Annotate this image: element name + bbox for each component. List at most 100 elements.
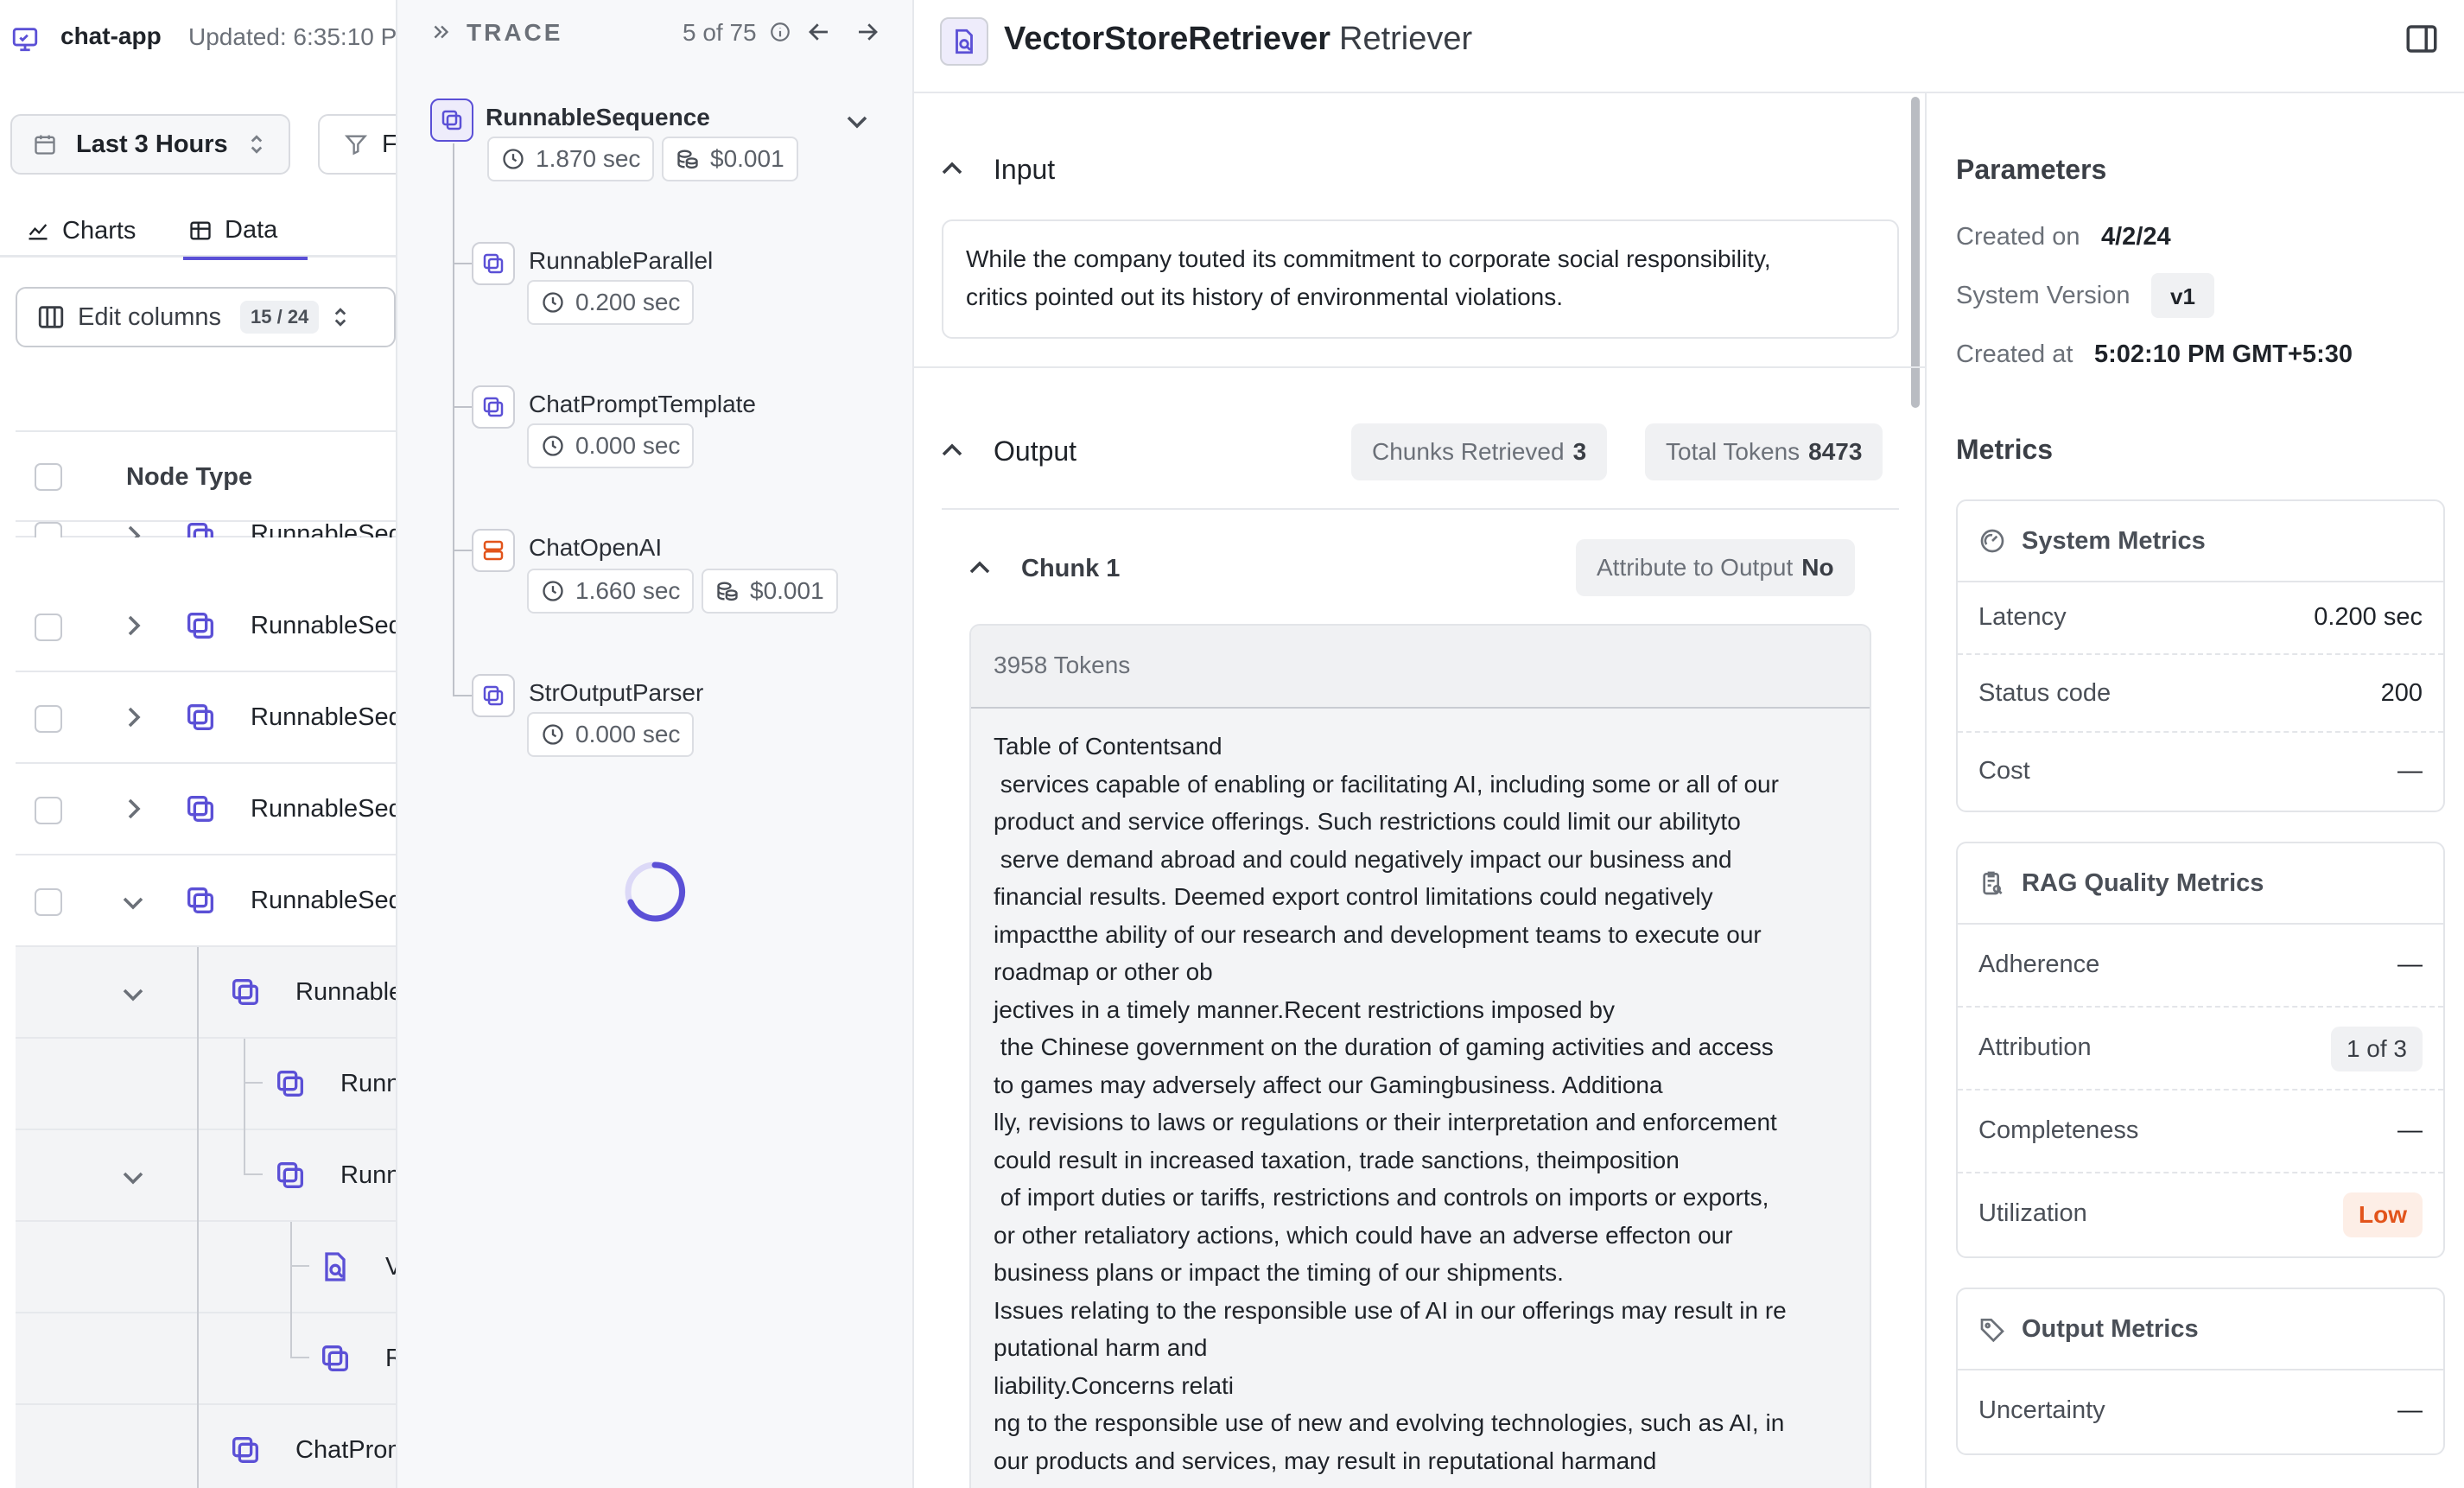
row-node-type: ChatPromptTemplate [295, 1436, 396, 1464]
output-metrics-header[interactable]: Output Metrics [1958, 1289, 2443, 1370]
runnable-parallel-icon [228, 975, 263, 1009]
trace-tree-connector [453, 406, 472, 408]
edit-columns-button[interactable]: Edit columns 15 / 24 [16, 287, 396, 347]
time-range-label: Last 3 Hours [76, 130, 228, 158]
latency-chip: 0.000 sec [527, 712, 695, 757]
chevron-down-icon[interactable] [845, 112, 869, 130]
table-row[interactable]: RunnableSequence [16, 489, 396, 537]
time-range-select[interactable]: Last 3 Hours [10, 114, 290, 175]
chunk-line: product and service offerings. Such rest… [994, 808, 1741, 835]
tab-data[interactable]: Data [183, 204, 308, 260]
column-node-type[interactable]: Node Type [126, 463, 252, 492]
trace-node-name[interactable]: ChatPromptTemplate [529, 391, 756, 418]
chevron-up-icon[interactable] [968, 558, 992, 575]
row-checkbox[interactable] [35, 614, 62, 641]
chevron-right-icon[interactable] [124, 797, 142, 821]
row-checkbox[interactable] [35, 797, 62, 824]
rag-quality-metrics-header[interactable]: RAG Quality Metrics [1958, 843, 2443, 925]
table-row[interactable]: RunnableLambda [16, 1039, 396, 1130]
metric-value-badge: Low [2343, 1192, 2423, 1237]
created-at-label: Created at [1956, 340, 2073, 368]
columns-icon [36, 302, 66, 332]
table-row[interactable]: RunnableSequence [16, 672, 396, 764]
app-name[interactable]: chat-app [60, 22, 162, 50]
chevron-right-icon[interactable] [124, 524, 142, 537]
table-row[interactable]: RunnableSequence [16, 855, 396, 947]
trace-node-name[interactable]: RunnableParallel [529, 247, 713, 275]
clock-icon [541, 579, 565, 603]
chunks-retrieved-label: Chunks Retrieved [1372, 438, 1565, 465]
row-checkbox[interactable] [35, 705, 62, 733]
trace-node-name[interactable]: ChatOpenAI [529, 534, 662, 562]
chunk-line: putational harm and [994, 1334, 1208, 1361]
output-section-title[interactable]: Output [994, 436, 1076, 467]
scrollbar[interactable] [1911, 97, 1920, 408]
latency-value: 0.200 sec [575, 289, 681, 315]
runnable-parallel-icon[interactable] [472, 242, 515, 285]
collapse-panel-icon[interactable] [430, 21, 453, 43]
select-all-checkbox[interactable] [35, 463, 62, 491]
chevron-up-icon[interactable] [940, 441, 964, 458]
table-row[interactable]: RunnableSequence [16, 1130, 396, 1222]
runnable-sequence-icon [183, 792, 218, 826]
trace-node-name[interactable]: RunnableSequence [486, 104, 710, 131]
tab-charts[interactable]: Charts [26, 204, 136, 258]
filters-button[interactable]: Filters [318, 114, 396, 175]
retriever-icon [940, 17, 988, 66]
coins-icon [715, 579, 740, 603]
coins-icon [676, 147, 700, 171]
table-row[interactable]: RunnableSequence [16, 581, 396, 672]
previous-trace-button[interactable] [805, 19, 833, 45]
chevron-down-icon[interactable] [121, 1168, 145, 1186]
metric-label: Cost [1978, 757, 2030, 785]
trace-node-name[interactable]: StrOutputParser [529, 679, 703, 707]
cost-chip: $0.001 [662, 137, 798, 181]
chunk-title[interactable]: Chunk 1 [1021, 555, 1120, 583]
column-divider [1925, 93, 1927, 1488]
table-row[interactable]: VectorStoreRetriever [16, 1222, 396, 1313]
chunk-line: lly, revisions to laws or regulations or… [994, 1109, 1777, 1135]
toggle-sidebar-icon[interactable] [2404, 21, 2440, 57]
chevron-up-icon[interactable] [940, 159, 964, 176]
chevron-right-icon[interactable] [124, 705, 142, 729]
latency-value: 1.870 sec [536, 145, 641, 172]
filters-label: Filters [382, 130, 396, 158]
next-trace-button[interactable] [854, 19, 881, 45]
metric-value: — [2397, 1116, 2423, 1144]
row-checkbox[interactable] [35, 522, 62, 537]
chunk-token-count: 3958 Tokens [994, 652, 1131, 678]
metric-row: Completeness — [1958, 1091, 2443, 1173]
row-checkbox[interactable] [35, 888, 62, 916]
chevron-down-icon[interactable] [121, 985, 145, 1002]
chunk-line: to games may adversely affect our Gaming… [994, 1071, 1663, 1098]
row-node-type: RunnableSequence [251, 703, 396, 731]
output-parser-icon[interactable] [472, 674, 515, 717]
chunk-line: financial results. Deemed export control… [994, 883, 1713, 910]
input-section-title[interactable]: Input [994, 154, 1055, 186]
attribute-to-output-badge: Attribute to Output No [1576, 539, 1855, 596]
trace-tree-connector [453, 695, 472, 696]
chat-prompt-template-icon[interactable] [472, 385, 515, 429]
table-row[interactable]: RunnableLambda [16, 1313, 396, 1405]
table-row[interactable]: RunnableParallel [16, 947, 396, 1039]
rag-quality-metrics-card: RAG Quality Metrics Adherence — Attribut… [1956, 842, 2445, 1258]
metric-label: Attribution [1978, 1033, 2092, 1061]
row-node-type: RunnableSequence [251, 795, 396, 823]
chevron-down-icon[interactable] [121, 893, 145, 911]
chevron-right-icon[interactable] [124, 614, 142, 638]
tree-connector [244, 1173, 263, 1175]
table-row[interactable]: RunnableSequence [16, 764, 396, 855]
metric-row: Adherence — [1958, 925, 2443, 1008]
tree-connector [290, 1265, 309, 1267]
clock-icon [541, 434, 565, 458]
latency-chip: 1.660 sec [527, 569, 695, 614]
system-metrics-header[interactable]: System Metrics [1958, 501, 2443, 582]
metrics-title: Metrics [1956, 434, 2054, 465]
info-icon[interactable] [769, 21, 791, 43]
chunk-line: roadmap or other ob [994, 958, 1213, 985]
llm-icon[interactable] [472, 529, 515, 572]
table-row[interactable]: ChatPromptTemplate [16, 1405, 396, 1488]
latency-chip: 0.000 sec [527, 423, 695, 468]
runnable-sequence-icon[interactable] [430, 99, 473, 142]
total-tokens-label: Total Tokens [1666, 438, 1800, 465]
